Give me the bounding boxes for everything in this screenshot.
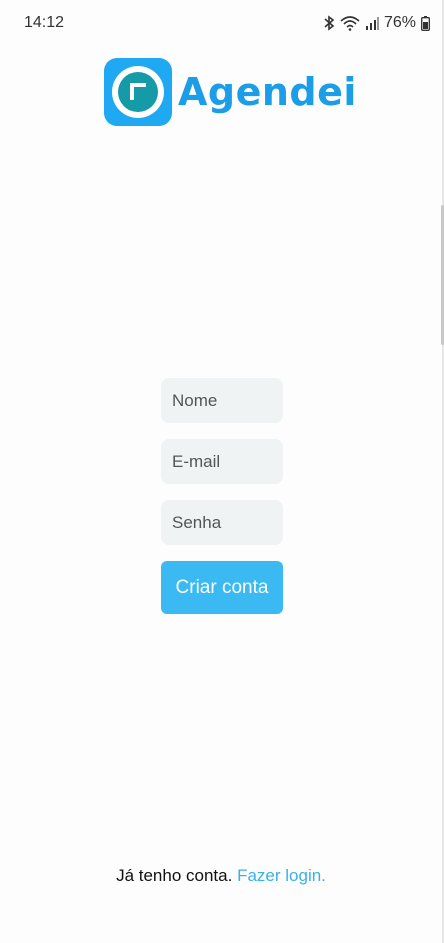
status-time: 14:12 (24, 14, 65, 31)
name-input[interactable] (161, 378, 283, 423)
login-link[interactable]: Fazer login. (237, 866, 326, 885)
bluetooth-icon (323, 15, 335, 31)
create-account-button[interactable]: Criar conta (161, 561, 283, 614)
email-input[interactable] (161, 439, 283, 484)
signup-form: Criar conta (161, 378, 283, 614)
battery-percent: 76% (383, 14, 416, 31)
have-account-text: Já tenho conta. (116, 866, 233, 885)
status-bar: 14:12 76% (0, 0, 442, 46)
password-input[interactable] (161, 500, 283, 545)
app-logo: Agendei (104, 58, 357, 126)
battery-icon (421, 15, 430, 31)
signal-icon (365, 16, 379, 30)
logo-wordmark: Agendei (178, 70, 357, 114)
wifi-icon (340, 15, 360, 31)
status-icons: 76% (323, 14, 430, 32)
signup-screen: 14:12 76% Agendei Nome E-mail Criar cont… (0, 0, 444, 943)
logo-mark-icon (104, 58, 172, 126)
login-prompt: Já tenho conta. Fazer login. (0, 866, 442, 886)
